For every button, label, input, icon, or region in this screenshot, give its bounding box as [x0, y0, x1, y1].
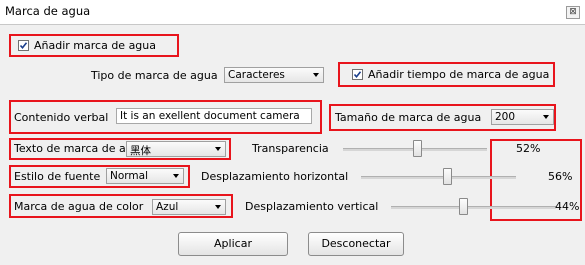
disconnect-button[interactable]: Desconectar: [308, 232, 404, 256]
verbal-content-input[interactable]: It is an exellent document camera: [116, 108, 312, 124]
vertical-offset-track[interactable]: [391, 206, 556, 209]
transparency-slider-thumb[interactable]: [413, 140, 423, 157]
watermark-type-value: Caracteres: [228, 69, 285, 81]
vertical-offset-label: Desplazamiento vertical: [245, 200, 379, 213]
chevron-down-icon: [173, 174, 179, 178]
add-time-watermark-checkbox[interactable]: [352, 69, 363, 80]
horizontal-offset-track[interactable]: [361, 176, 516, 179]
close-icon[interactable]: ⊠: [566, 6, 580, 19]
transparency-value: 52%: [516, 142, 541, 155]
horizontal-offset-value: 56%: [548, 170, 573, 183]
verbal-content-value: It is an exellent document camera: [120, 110, 300, 122]
vertical-offset-slider-thumb[interactable]: [459, 198, 469, 215]
font-style-select[interactable]: Normal: [106, 168, 184, 184]
watermark-text-select[interactable]: 黑体: [126, 141, 226, 157]
watermark-type-label: Tipo de marca de agua: [91, 69, 218, 82]
watermark-text-value: 黑体: [130, 145, 151, 157]
font-style-label: Estilo de fuente: [14, 170, 101, 183]
watermark-color-label: Marca de agua de color: [14, 200, 144, 213]
chevron-down-icon: [215, 205, 221, 209]
apply-button[interactable]: Aplicar: [178, 232, 288, 256]
watermark-type-select[interactable]: Caracteres: [224, 67, 324, 83]
horizontal-offset-label: Desplazamiento horizontal: [201, 170, 349, 183]
transparency-label: Transparencia: [252, 142, 329, 155]
watermark-size-label: Tamaño de marca de agua: [335, 111, 482, 124]
verbal-content-label: Contenido verbal: [14, 111, 109, 124]
title-bar: Marca de agua ⊠: [0, 0, 585, 24]
watermark-color-select[interactable]: Azul: [152, 199, 226, 215]
chevron-down-icon: [313, 73, 319, 77]
add-watermark-label[interactable]: Añadir marca de agua: [34, 39, 156, 52]
window-title: Marca de agua: [5, 4, 91, 18]
vertical-offset-value: 44%: [555, 200, 580, 213]
font-style-value: Normal: [110, 170, 148, 182]
chevron-down-icon: [543, 115, 549, 119]
chevron-down-icon: [215, 147, 221, 151]
watermark-color-value: Azul: [156, 201, 179, 213]
add-watermark-checkbox[interactable]: [18, 40, 29, 51]
horizontal-offset-slider-thumb[interactable]: [443, 168, 453, 185]
add-time-watermark-label[interactable]: Añadir tiempo de marca de agua: [368, 68, 549, 81]
watermark-size-select[interactable]: 200: [491, 109, 554, 125]
watermark-size-value: 200: [495, 111, 516, 123]
